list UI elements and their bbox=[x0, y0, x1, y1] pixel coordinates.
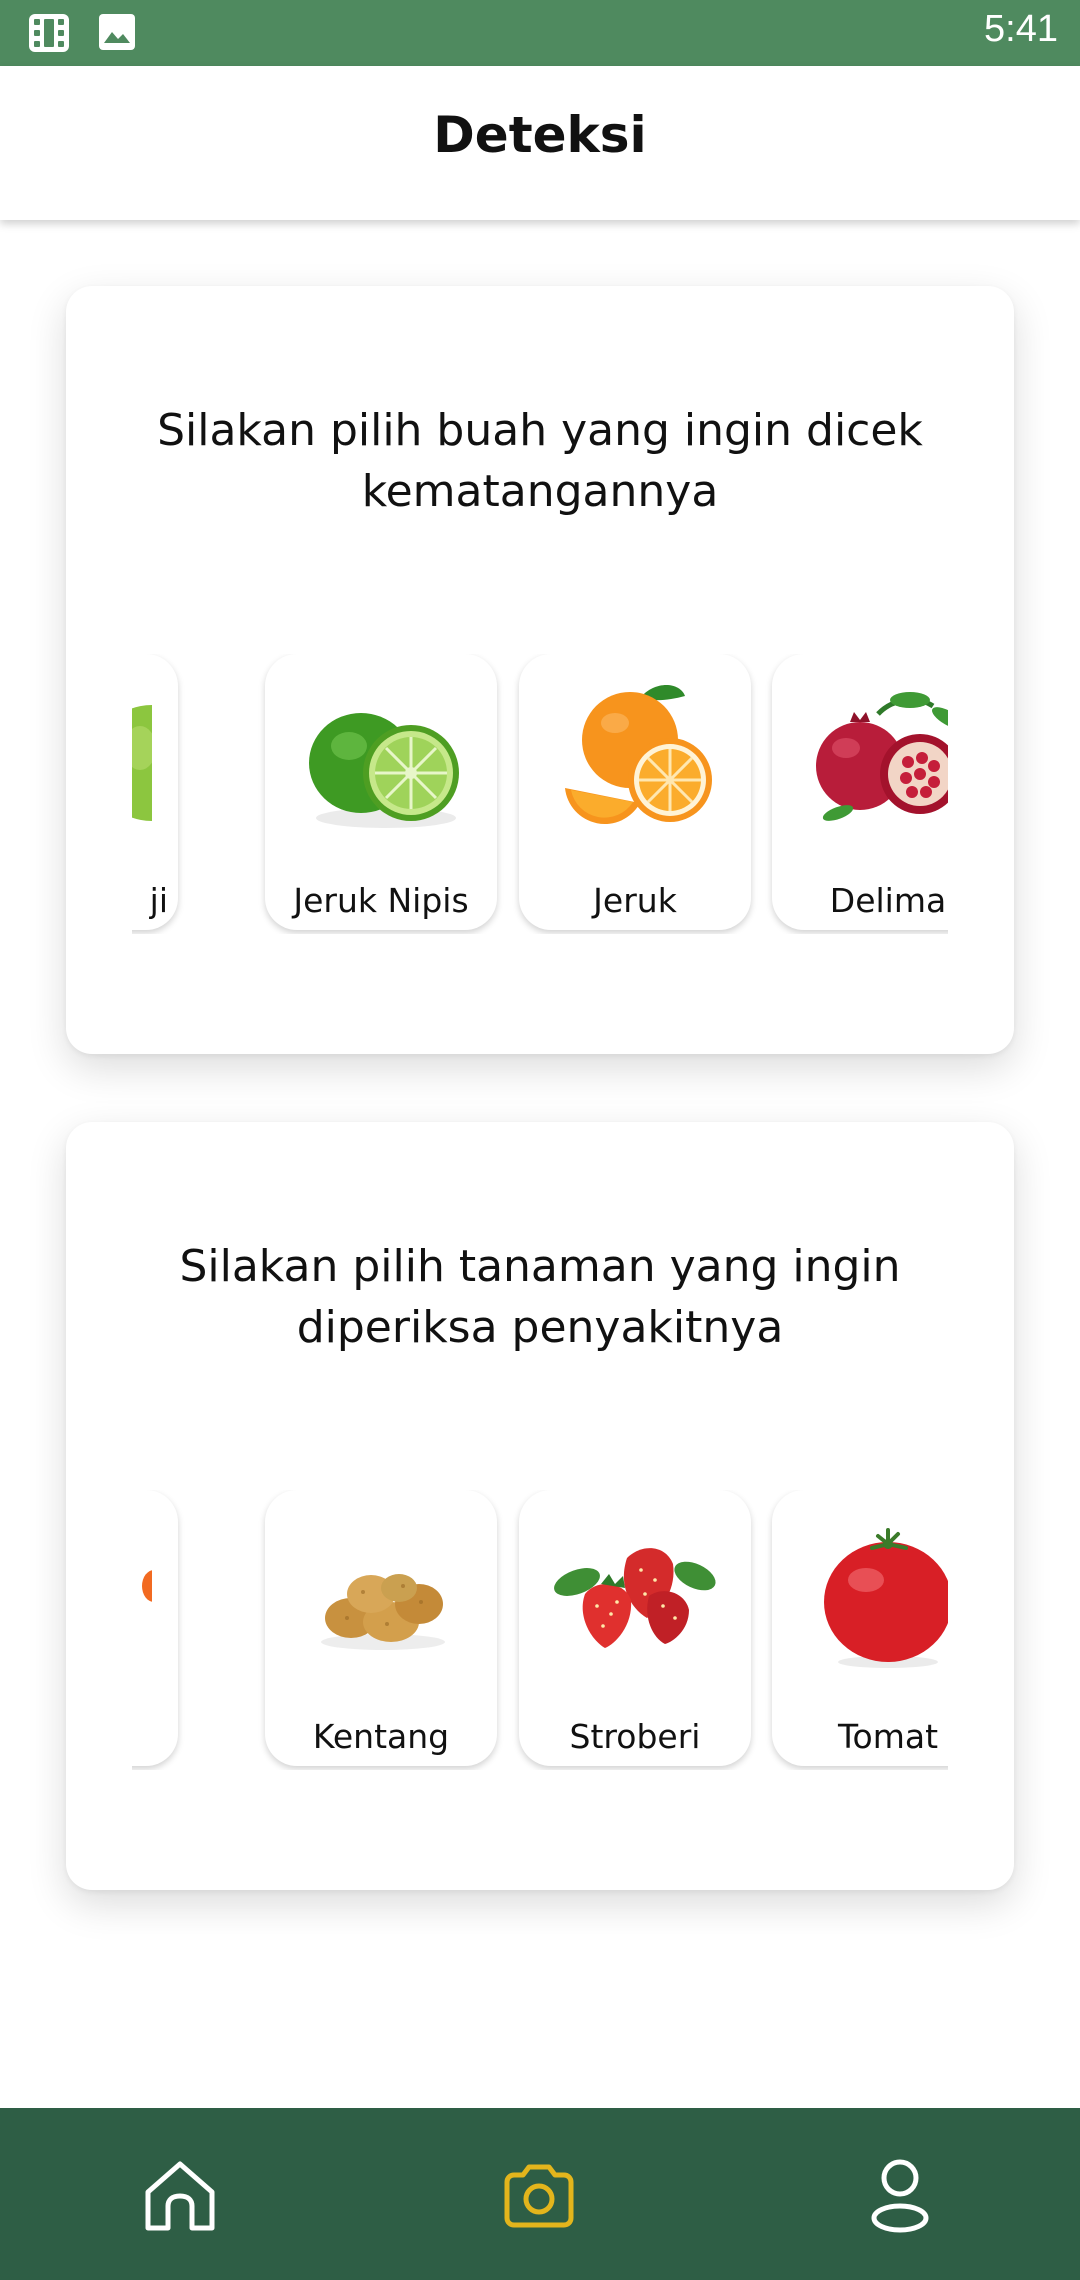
tomato-image bbox=[824, 1528, 948, 1668]
main-content: Silakan pilih buah yang ingin dicek kema… bbox=[0, 220, 1080, 2108]
fruit-card-title: Silakan pilih buah yang ingin dicek kema… bbox=[157, 405, 923, 517]
app-bar: Deteksi bbox=[0, 66, 1080, 220]
plant-item-partial[interactable] bbox=[132, 1490, 178, 1766]
orange-image bbox=[565, 685, 712, 825]
camera-icon bbox=[504, 2164, 574, 2228]
potato-image bbox=[321, 1574, 445, 1650]
fruit-item-jeruk-nipis[interactable]: Jeruk Nipis bbox=[265, 654, 497, 930]
fruit-item-delima[interactable]: Delima bbox=[772, 654, 948, 930]
plant-item-tomat[interactable]: Tomat bbox=[772, 1490, 948, 1766]
image-icon bbox=[99, 14, 135, 50]
film-strip-icon bbox=[29, 14, 69, 52]
fruit-ripeness-card: Silakan pilih buah yang ingin dicek kema… bbox=[66, 286, 1014, 1054]
fruit-item-green-apple[interactable]: ji bbox=[132, 654, 178, 930]
status-time: 5:41 bbox=[984, 8, 1058, 50]
fruit-carousel[interactable]: ji Jeruk Nipis Jeruk Delima bbox=[132, 654, 948, 934]
plant-carousel[interactable]: Kentang Stroberi Tomat bbox=[132, 1490, 948, 1770]
plant-item-label: Tomat bbox=[837, 1717, 939, 1756]
nav-camera-button[interactable] bbox=[479, 2136, 599, 2256]
orange-plant-image bbox=[142, 1570, 152, 1602]
pomegranate-image bbox=[816, 692, 948, 821]
fruit-item-label: Jeruk bbox=[593, 881, 677, 920]
nav-profile-button[interactable] bbox=[840, 2136, 960, 2256]
plant-item-kentang[interactable]: Kentang bbox=[265, 1490, 497, 1766]
bottom-navigation bbox=[0, 2108, 1080, 2280]
lime-image bbox=[309, 713, 459, 828]
plant-item-label: Stroberi bbox=[569, 1717, 701, 1756]
plant-item-stroberi[interactable]: Stroberi bbox=[519, 1490, 751, 1766]
nav-home-button[interactable] bbox=[120, 2136, 240, 2256]
fruit-item-label: Jeruk Nipis bbox=[293, 881, 469, 920]
green-apple-image bbox=[132, 705, 152, 821]
profile-icon bbox=[871, 2159, 929, 2233]
home-icon bbox=[145, 2161, 215, 2231]
page-title: Deteksi bbox=[433, 106, 647, 164]
plant-card-title: Silakan pilih tanaman yang ingin diperik… bbox=[179, 1241, 901, 1353]
fruit-item-jeruk[interactable]: Jeruk bbox=[519, 654, 751, 930]
plant-item-label: Kentang bbox=[312, 1717, 450, 1756]
plant-disease-card: Silakan pilih tanaman yang ingin diperik… bbox=[66, 1122, 1014, 1890]
strawberry-image bbox=[554, 1548, 716, 1648]
fruit-item-label: Delima bbox=[829, 881, 947, 920]
fruit-item-label: ji bbox=[149, 881, 168, 920]
status-bar: 5:41 bbox=[0, 0, 1080, 66]
